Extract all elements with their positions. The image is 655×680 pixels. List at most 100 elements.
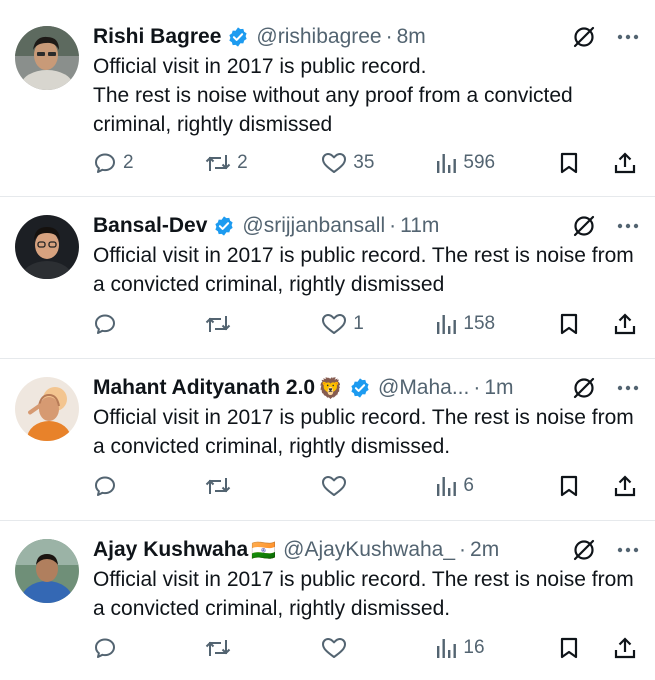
like-button[interactable] bbox=[321, 636, 435, 660]
tweet-actions: 1 158 bbox=[93, 309, 637, 339]
avatar[interactable] bbox=[15, 377, 79, 441]
separator-dot: · bbox=[473, 376, 481, 399]
more-icon[interactable] bbox=[617, 385, 639, 391]
views-count: 6 bbox=[463, 475, 474, 496]
separator-dot: · bbox=[459, 538, 467, 561]
more-icon[interactable] bbox=[617, 34, 639, 40]
tweet-text: Official visit in 2017 is public record.… bbox=[93, 244, 634, 296]
views-button[interactable]: 596 bbox=[435, 151, 558, 175]
share-button[interactable] bbox=[613, 312, 637, 336]
india-flag-emoji: 🇮🇳 bbox=[251, 539, 277, 562]
share-icon bbox=[613, 312, 637, 336]
retweet-button[interactable]: 2 bbox=[205, 151, 321, 175]
verified-badge-icon bbox=[227, 26, 249, 48]
views-count: 16 bbox=[463, 637, 485, 658]
avatar[interactable] bbox=[15, 26, 79, 90]
share-icon bbox=[613, 151, 637, 175]
avatar[interactable] bbox=[15, 215, 79, 279]
tweet-feed: Rishi Bagree @rishibagree · 8m Official … bbox=[0, 0, 655, 680]
author-handle[interactable]: @AjayKushwaha_ bbox=[283, 538, 455, 562]
reply-icon bbox=[93, 151, 117, 175]
verified-badge-icon bbox=[213, 215, 235, 237]
retweet-icon bbox=[205, 636, 231, 660]
author-name[interactable]: Ajay Kushwaha bbox=[93, 538, 248, 562]
tweet-text: Official visit in 2017 is public record.… bbox=[93, 406, 634, 458]
retweet-icon bbox=[205, 151, 231, 175]
bookmark-button[interactable] bbox=[558, 151, 613, 175]
bookmark-icon bbox=[558, 636, 580, 660]
tweet-header: Bansal-Dev @srijjanbansall · 11m bbox=[93, 211, 639, 241]
share-icon bbox=[613, 474, 637, 498]
heart-icon bbox=[321, 474, 347, 498]
tweet-actions: 6 bbox=[93, 471, 637, 501]
timestamp[interactable]: 11m bbox=[400, 214, 439, 238]
grok-icon[interactable] bbox=[571, 537, 597, 563]
views-icon bbox=[435, 151, 457, 175]
bookmark-icon bbox=[558, 312, 580, 336]
tweet-header: Rishi Bagree @rishibagree · 8m bbox=[93, 22, 639, 52]
reply-icon bbox=[93, 636, 117, 660]
grok-icon[interactable] bbox=[571, 213, 597, 239]
views-button[interactable]: 6 bbox=[435, 474, 558, 498]
author-handle[interactable]: @rishibagree bbox=[256, 25, 381, 49]
views-button[interactable]: 158 bbox=[435, 312, 558, 336]
tweet-content: Mahant Adityanath 2.0 🦁 @Maha... · 1m Of… bbox=[93, 373, 639, 461]
author-name[interactable]: Bansal-Dev bbox=[93, 214, 207, 238]
retweet-button[interactable] bbox=[205, 474, 321, 498]
more-icon[interactable] bbox=[617, 223, 639, 229]
reply-button[interactable] bbox=[93, 636, 205, 660]
like-button[interactable] bbox=[321, 474, 435, 498]
views-icon bbox=[435, 636, 457, 660]
tweet[interactable]: Rishi Bagree @rishibagree · 8m Official … bbox=[0, 0, 655, 197]
retweet-icon bbox=[205, 474, 231, 498]
views-button[interactable]: 16 bbox=[435, 636, 558, 660]
tweet-header: Mahant Adityanath 2.0 🦁 @Maha... · 1m bbox=[93, 373, 639, 403]
like-button[interactable]: 1 bbox=[321, 312, 435, 336]
avatar[interactable] bbox=[15, 539, 79, 603]
share-button[interactable] bbox=[613, 151, 637, 175]
tweet[interactable]: Ajay Kushwaha 🇮🇳 @AjayKushwaha_ · 2m Off… bbox=[0, 521, 655, 680]
tweet-actions: 16 bbox=[93, 633, 637, 663]
like-count: 1 bbox=[353, 313, 364, 334]
share-icon bbox=[613, 636, 637, 660]
timestamp[interactable]: 8m bbox=[397, 25, 426, 49]
like-count: 35 bbox=[353, 152, 375, 173]
views-icon bbox=[435, 474, 457, 498]
more-icon[interactable] bbox=[617, 547, 639, 553]
share-button[interactable] bbox=[613, 474, 637, 498]
grok-icon[interactable] bbox=[571, 375, 597, 401]
tweet-actions: 2 2 35 596 bbox=[93, 148, 637, 178]
share-button[interactable] bbox=[613, 636, 637, 660]
timestamp[interactable]: 1m bbox=[484, 376, 513, 400]
timestamp[interactable]: 2m bbox=[470, 538, 499, 562]
lion-emoji: 🦁 bbox=[318, 377, 343, 400]
like-button[interactable]: 35 bbox=[321, 151, 435, 175]
author-name[interactable]: Mahant Adityanath 2.0 bbox=[93, 376, 315, 400]
reply-button[interactable] bbox=[93, 312, 205, 336]
separator-dot: · bbox=[385, 25, 393, 48]
tweet-header: Ajay Kushwaha 🇮🇳 @AjayKushwaha_ · 2m bbox=[93, 535, 639, 565]
tweet[interactable]: Bansal-Dev @srijjanbansall · 11m Officia… bbox=[0, 197, 655, 359]
bookmark-button[interactable] bbox=[558, 636, 613, 660]
bookmark-icon bbox=[558, 474, 580, 498]
tweet[interactable]: Mahant Adityanath 2.0 🦁 @Maha... · 1m Of… bbox=[0, 359, 655, 521]
reply-icon bbox=[93, 474, 117, 498]
tweet-text: Official visit in 2017 is public record.… bbox=[93, 55, 573, 136]
author-handle[interactable]: @Maha... bbox=[378, 376, 469, 400]
heart-icon bbox=[321, 312, 347, 336]
bookmark-button[interactable] bbox=[558, 474, 613, 498]
retweet-button[interactable] bbox=[205, 636, 321, 660]
bookmark-button[interactable] bbox=[558, 312, 613, 336]
author-handle[interactable]: @srijjanbansall bbox=[242, 214, 385, 238]
tweet-content: Bansal-Dev @srijjanbansall · 11m Officia… bbox=[93, 211, 639, 299]
reply-button[interactable] bbox=[93, 474, 205, 498]
tweet-text: Official visit in 2017 is public record.… bbox=[93, 568, 634, 620]
heart-icon bbox=[321, 151, 347, 175]
verified-badge-icon bbox=[349, 377, 371, 399]
bookmark-icon bbox=[558, 151, 580, 175]
retweet-button[interactable] bbox=[205, 312, 321, 336]
reply-icon bbox=[93, 312, 117, 336]
author-name[interactable]: Rishi Bagree bbox=[93, 25, 221, 49]
grok-icon[interactable] bbox=[571, 24, 597, 50]
reply-button[interactable]: 2 bbox=[93, 151, 205, 175]
